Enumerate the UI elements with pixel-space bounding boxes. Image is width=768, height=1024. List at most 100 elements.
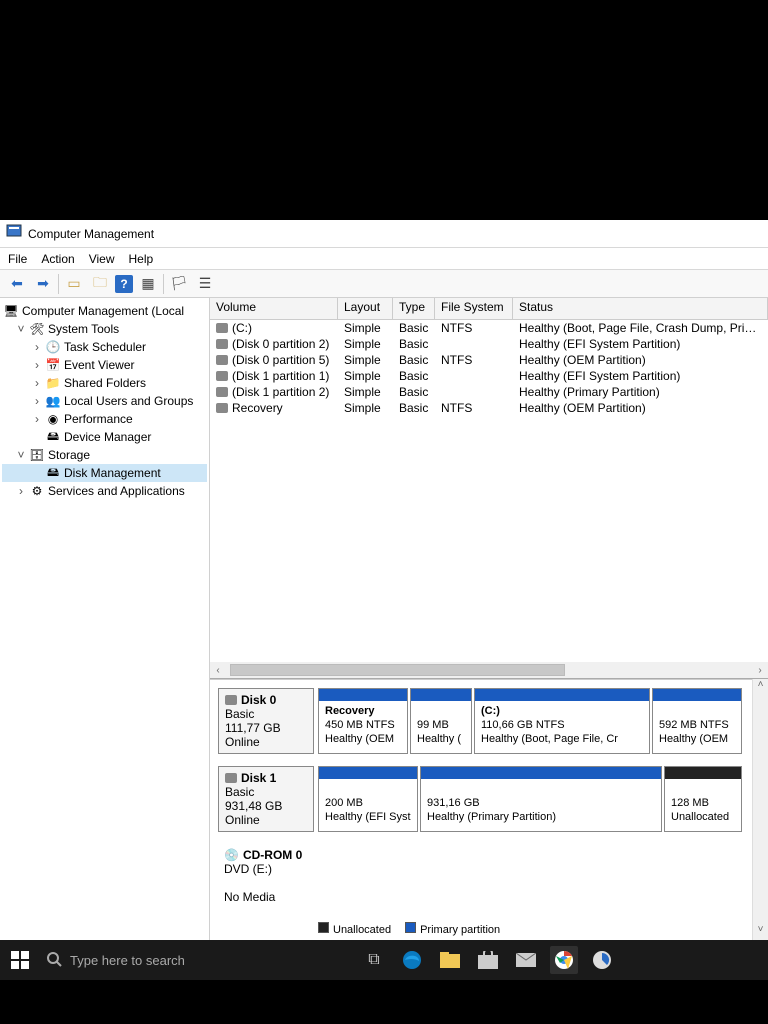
tree-storage[interactable]: ˅ 🗄 Storage: [2, 446, 207, 464]
volume-list[interactable]: (C:) Simple Basic NTFS Healthy (Boot, Pa…: [210, 320, 768, 416]
col-volume[interactable]: Volume: [210, 298, 338, 319]
menu-file[interactable]: File: [8, 252, 27, 266]
task-view-button[interactable]: ⧉: [360, 946, 388, 974]
volume-row[interactable]: (Disk 0 partition 2) Simple Basic Health…: [210, 336, 768, 352]
separator: [58, 274, 59, 294]
col-filesystem[interactable]: File System: [435, 298, 513, 319]
app-icon[interactable]: [588, 946, 616, 974]
window: Computer Management File Action View Hel…: [0, 220, 768, 980]
tree-device-manager[interactable]: 🖴Device Manager: [2, 428, 207, 446]
volume-list-header: Volume Layout Type File System Status: [210, 298, 768, 320]
expand-icon[interactable]: ›: [32, 394, 42, 408]
edge-app-icon[interactable]: [398, 946, 426, 974]
vertical-scrollbar[interactable]: ˄ ˅: [752, 679, 768, 940]
partition-unallocated[interactable]: 128 MBUnallocated: [664, 766, 742, 832]
col-layout[interactable]: Layout: [338, 298, 393, 319]
volume-row[interactable]: (Disk 1 partition 2) Simple Basic Health…: [210, 384, 768, 400]
disk-row-1[interactable]: Disk 1 Basic 931,48 GB Online 200 MBHeal…: [218, 766, 744, 832]
col-status[interactable]: Status: [513, 298, 768, 319]
partition[interactable]: (C:)110,66 GB NTFSHealthy (Boot, Page Fi…: [474, 688, 650, 754]
tree-shared-folders[interactable]: ›📁Shared Folders: [2, 374, 207, 392]
collapse-icon[interactable]: ˅: [16, 322, 26, 336]
refresh-icon[interactable]: ▦: [137, 273, 159, 295]
mail-app-icon[interactable]: [512, 946, 540, 974]
explorer-app-icon[interactable]: [436, 946, 464, 974]
menu-action[interactable]: Action: [41, 252, 74, 266]
tree-event-viewer[interactable]: ›📅Event Viewer: [2, 356, 207, 374]
horizontal-scrollbar[interactable]: ‹ ›: [210, 662, 768, 678]
legend-swatch-unallocated: [318, 922, 329, 933]
partition-cap: [319, 767, 417, 779]
scroll-thumb[interactable]: [230, 664, 565, 676]
disk-info[interactable]: Disk 1 Basic 931,48 GB Online: [218, 766, 314, 832]
tree-services[interactable]: › ⚙ Services and Applications: [2, 482, 207, 500]
expand-icon[interactable]: ›: [32, 412, 42, 426]
menu-bar: File Action View Help: [0, 248, 768, 270]
tree-system-tools[interactable]: ˅ 🛠 System Tools: [2, 320, 207, 338]
action-icon[interactable]: 🏳: [168, 273, 190, 295]
properties-icon[interactable]: ▭: [63, 273, 85, 295]
tree-root[interactable]: 🖥 Computer Management (Local: [2, 302, 207, 320]
expand-icon[interactable]: ›: [32, 358, 42, 372]
taskbar-search[interactable]: Type here to search: [40, 951, 340, 970]
event-icon: 📅: [46, 358, 60, 372]
list-icon[interactable]: ☰: [194, 273, 216, 295]
partition[interactable]: 931,16 GBHealthy (Primary Partition): [420, 766, 662, 832]
disk-icon: [225, 773, 237, 783]
scroll-left-icon[interactable]: ‹: [210, 665, 226, 676]
disk-graphic-view: Disk 0 Basic 111,77 GB Online Recovery45…: [210, 679, 752, 940]
partition-cap: [653, 689, 741, 701]
forward-icon[interactable]: ➡: [32, 273, 54, 295]
partition[interactable]: Recovery450 MB NTFSHealthy (OEM: [318, 688, 408, 754]
tree-disk-management[interactable]: 🖴Disk Management: [2, 464, 207, 482]
chrome-app-icon[interactable]: [550, 946, 578, 974]
content-pane: Volume Layout Type File System Status (C…: [210, 298, 768, 940]
scroll-down-icon[interactable]: ˅: [753, 924, 768, 940]
disk-info[interactable]: 💿CD-ROM 0 DVD (E:) No Media: [218, 844, 314, 908]
partition-cap: [411, 689, 471, 701]
back-icon[interactable]: ⬅: [6, 273, 28, 295]
menu-help[interactable]: Help: [129, 252, 154, 266]
nav-tree[interactable]: 🖥 Computer Management (Local ˅ 🛠 System …: [0, 298, 210, 940]
tools-icon: 🛠: [30, 322, 44, 336]
volume-icon: [216, 355, 228, 365]
scroll-up-icon[interactable]: ˄: [753, 679, 768, 695]
expand-icon[interactable]: ›: [32, 340, 42, 354]
services-icon: ⚙: [30, 484, 44, 498]
search-icon: [46, 951, 62, 970]
volume-icon: [216, 387, 228, 397]
performance-icon: ◉: [46, 412, 60, 426]
explorer-icon[interactable]: 🗀: [89, 273, 111, 295]
volume-row[interactable]: Recovery Simple Basic NTFS Healthy (OEM …: [210, 400, 768, 416]
taskbar[interactable]: Type here to search ⧉: [0, 940, 768, 980]
menu-view[interactable]: View: [89, 252, 115, 266]
partition[interactable]: 200 MBHealthy (EFI Syst: [318, 766, 418, 832]
app-icon: [6, 223, 22, 244]
expand-icon[interactable]: ›: [32, 376, 42, 390]
help-icon[interactable]: ?: [115, 275, 133, 293]
expand-icon[interactable]: ›: [16, 484, 26, 498]
partition[interactable]: 592 MB NTFSHealthy (OEM: [652, 688, 742, 754]
disk-row-cd[interactable]: 💿CD-ROM 0 DVD (E:) No Media: [218, 844, 744, 908]
volume-row[interactable]: (Disk 0 partition 5) Simple Basic NTFS H…: [210, 352, 768, 368]
users-icon: 👥: [46, 394, 60, 408]
tree-task-scheduler[interactable]: ›🕒Task Scheduler: [2, 338, 207, 356]
disk-row-0[interactable]: Disk 0 Basic 111,77 GB Online Recovery45…: [218, 688, 744, 754]
store-app-icon[interactable]: [474, 946, 502, 974]
taskbar-apps: ⧉: [360, 946, 616, 974]
title-bar[interactable]: Computer Management: [0, 220, 768, 248]
computer-icon: 🖥: [4, 304, 18, 318]
collapse-icon[interactable]: ˅: [16, 448, 26, 462]
volume-icon: [216, 339, 228, 349]
volume-row[interactable]: (C:) Simple Basic NTFS Healthy (Boot, Pa…: [210, 320, 768, 336]
scroll-right-icon[interactable]: ›: [752, 665, 768, 676]
col-type[interactable]: Type: [393, 298, 435, 319]
partition-cap: [475, 689, 649, 701]
partition[interactable]: 99 MBHealthy (: [410, 688, 472, 754]
tree-local-users[interactable]: ›👥Local Users and Groups: [2, 392, 207, 410]
tree-performance[interactable]: ›◉Performance: [2, 410, 207, 428]
volume-row[interactable]: (Disk 1 partition 1) Simple Basic Health…: [210, 368, 768, 384]
start-button[interactable]: [0, 940, 40, 980]
storage-icon: 🗄: [30, 448, 44, 462]
disk-info[interactable]: Disk 0 Basic 111,77 GB Online: [218, 688, 314, 754]
